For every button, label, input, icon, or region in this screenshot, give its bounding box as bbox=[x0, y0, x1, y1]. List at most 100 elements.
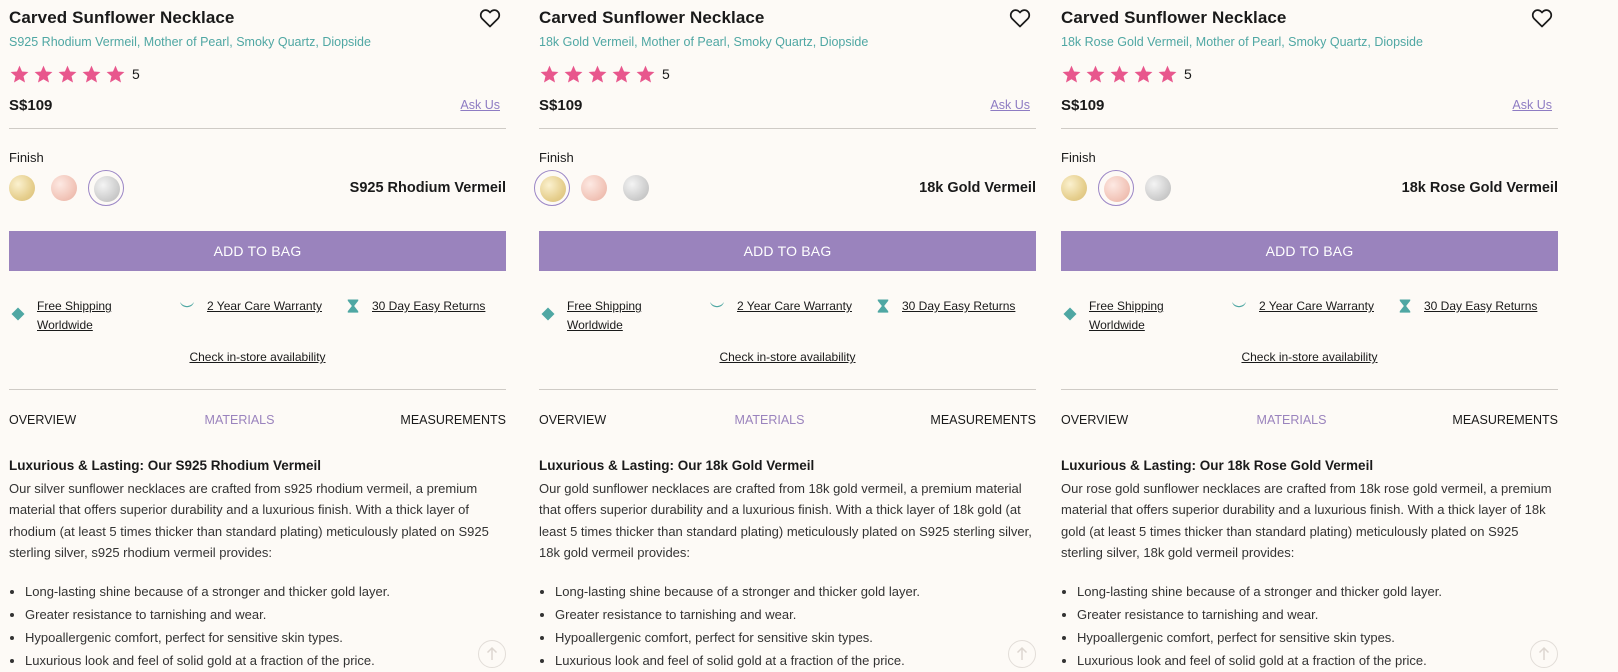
tab-materials[interactable]: MATERIALS bbox=[205, 413, 275, 427]
free-shipping-link[interactable]: Free Shipping Worldwide bbox=[37, 297, 112, 335]
easy-returns-link[interactable]: 30 Day Easy Returns bbox=[372, 297, 485, 316]
add-to-bag-button[interactable]: ADD TO BAG bbox=[539, 231, 1036, 271]
star-icon bbox=[540, 65, 559, 83]
divider bbox=[9, 389, 506, 390]
tab-materials[interactable]: MATERIALS bbox=[735, 413, 805, 427]
title-row: Carved Sunflower Necklace bbox=[1061, 6, 1558, 30]
scroll-to-top-button[interactable] bbox=[1008, 640, 1036, 668]
heart-icon[interactable] bbox=[1008, 6, 1032, 30]
easy-returns-link[interactable]: 30 Day Easy Returns bbox=[902, 297, 1015, 316]
list-item: Long-lasting shine because of a stronger… bbox=[25, 580, 500, 603]
swatch-silver[interactable] bbox=[618, 170, 654, 206]
silver-swatch-icon bbox=[623, 175, 649, 201]
divider bbox=[539, 128, 1036, 129]
tab-measurements[interactable]: MEASUREMENTS bbox=[930, 413, 1036, 427]
tab-overview[interactable]: OVERVIEW bbox=[9, 413, 76, 427]
swatch-rose-gold[interactable] bbox=[1098, 170, 1134, 206]
tab-materials[interactable]: MATERIALS bbox=[1257, 413, 1327, 427]
ask-us-link[interactable]: Ask Us bbox=[1512, 98, 1552, 112]
rating-value: 5 bbox=[132, 66, 140, 82]
divider bbox=[1061, 128, 1558, 129]
list-item: Greater resistance to tarnishing and wea… bbox=[25, 603, 500, 626]
free-shipping-link[interactable]: Free Shipping Worldwide bbox=[567, 297, 642, 335]
heart-icon[interactable] bbox=[1530, 6, 1554, 30]
silver-swatch-icon bbox=[94, 176, 120, 202]
benefits-list: Long-lasting shine because of a stronger… bbox=[25, 580, 500, 672]
star-icon bbox=[588, 65, 607, 83]
list-item: Luxurious look and feel of solid gold at… bbox=[555, 649, 1030, 672]
benefits-list: Long-lasting shine because of a stronger… bbox=[1077, 580, 1552, 672]
gold-swatch-icon bbox=[1061, 175, 1087, 201]
perks-row: Free Shipping Worldwide 2 Year Care Warr… bbox=[9, 297, 506, 337]
rating: 5 bbox=[539, 63, 670, 85]
star-icon bbox=[34, 65, 53, 83]
list-item: Greater resistance to tarnishing and wea… bbox=[1077, 603, 1552, 626]
free-shipping-link[interactable]: Free Shipping Worldwide bbox=[1089, 297, 1164, 335]
arrow-up-icon bbox=[486, 646, 498, 660]
perk-shipping: Free Shipping Worldwide bbox=[541, 297, 642, 335]
perk-warranty: 2 Year Care Warranty bbox=[1231, 297, 1374, 316]
finish-swatches bbox=[9, 170, 159, 206]
care-warranty-link[interactable]: 2 Year Care Warranty bbox=[737, 297, 852, 316]
star-icon bbox=[82, 65, 101, 83]
tab-measurements[interactable]: MEASUREMENTS bbox=[1452, 413, 1558, 427]
swatch-gold[interactable] bbox=[534, 170, 570, 206]
list-item: Long-lasting shine because of a stronger… bbox=[555, 580, 1030, 603]
diamond-icon bbox=[1063, 307, 1077, 321]
perks-row: Free Shipping Worldwide 2 Year Care Warr… bbox=[539, 297, 1036, 337]
add-to-bag-button[interactable]: ADD TO BAG bbox=[9, 231, 506, 271]
list-item: Hypoallergenic comfort, perfect for sens… bbox=[555, 626, 1030, 649]
product-panel: Carved Sunflower Necklace 18k Gold Verme… bbox=[534, 0, 1036, 672]
product-tabs: OVERVIEW MATERIALS MEASUREMENTS bbox=[539, 413, 1036, 429]
tab-measurements[interactable]: MEASUREMENTS bbox=[400, 413, 506, 427]
divider bbox=[539, 389, 1036, 390]
content-title: Luxurious & Lasting: Our 18k Gold Vermei… bbox=[539, 458, 815, 473]
perk-returns: 30 Day Easy Returns bbox=[346, 297, 485, 316]
finish-label: Finish bbox=[539, 150, 574, 165]
rose-gold-swatch-icon bbox=[51, 175, 77, 201]
hourglass-icon bbox=[347, 299, 359, 313]
heart-icon[interactable] bbox=[478, 6, 502, 30]
star-icon bbox=[1158, 65, 1177, 83]
check-instore-link[interactable]: Check in-store availability bbox=[1061, 350, 1558, 364]
swatch-gold[interactable] bbox=[4, 170, 40, 206]
swatch-gold[interactable] bbox=[1056, 170, 1092, 206]
swatch-rose-gold[interactable] bbox=[46, 170, 82, 206]
care-warranty-link[interactable]: 2 Year Care Warranty bbox=[1259, 297, 1374, 316]
rating-value: 5 bbox=[1184, 66, 1192, 82]
star-icon bbox=[106, 65, 125, 83]
star-icon bbox=[636, 65, 655, 83]
finish-label: Finish bbox=[9, 150, 44, 165]
star-icon bbox=[564, 65, 583, 83]
check-instore-link[interactable]: Check in-store availability bbox=[9, 350, 506, 364]
diamond-icon bbox=[11, 307, 25, 321]
list-item: Long-lasting shine because of a stronger… bbox=[1077, 580, 1552, 603]
hourglass-icon bbox=[877, 299, 889, 313]
ask-us-link[interactable]: Ask Us bbox=[460, 98, 500, 112]
tab-overview[interactable]: OVERVIEW bbox=[1061, 413, 1128, 427]
list-item: Luxurious look and feel of solid gold at… bbox=[1077, 649, 1552, 672]
product-tabs: OVERVIEW MATERIALS MEASUREMENTS bbox=[9, 413, 506, 429]
ask-us-link[interactable]: Ask Us bbox=[990, 98, 1030, 112]
list-item: Luxurious look and feel of solid gold at… bbox=[25, 649, 500, 672]
swatch-silver[interactable] bbox=[88, 170, 124, 206]
tab-overview[interactable]: OVERVIEW bbox=[539, 413, 606, 427]
price: S$109 bbox=[539, 97, 583, 114]
star-icon bbox=[1062, 65, 1081, 83]
swatch-rose-gold[interactable] bbox=[576, 170, 612, 206]
easy-returns-link[interactable]: 30 Day Easy Returns bbox=[1424, 297, 1537, 316]
perk-returns: 30 Day Easy Returns bbox=[876, 297, 1015, 316]
product-title: Carved Sunflower Necklace bbox=[1061, 8, 1287, 27]
swatch-silver[interactable] bbox=[1140, 170, 1176, 206]
add-to-bag-button[interactable]: ADD TO BAG bbox=[1061, 231, 1558, 271]
finish-swatches bbox=[1061, 170, 1211, 206]
product-tabs: OVERVIEW MATERIALS MEASUREMENTS bbox=[1061, 413, 1558, 429]
smile-icon bbox=[180, 302, 194, 308]
star-icon bbox=[612, 65, 631, 83]
diamond-icon bbox=[541, 307, 555, 321]
scroll-to-top-button[interactable] bbox=[1530, 640, 1558, 668]
care-warranty-link[interactable]: 2 Year Care Warranty bbox=[207, 297, 322, 316]
check-instore-link[interactable]: Check in-store availability bbox=[539, 350, 1036, 364]
scroll-to-top-button[interactable] bbox=[478, 640, 506, 668]
list-item: Hypoallergenic comfort, perfect for sens… bbox=[1077, 626, 1552, 649]
